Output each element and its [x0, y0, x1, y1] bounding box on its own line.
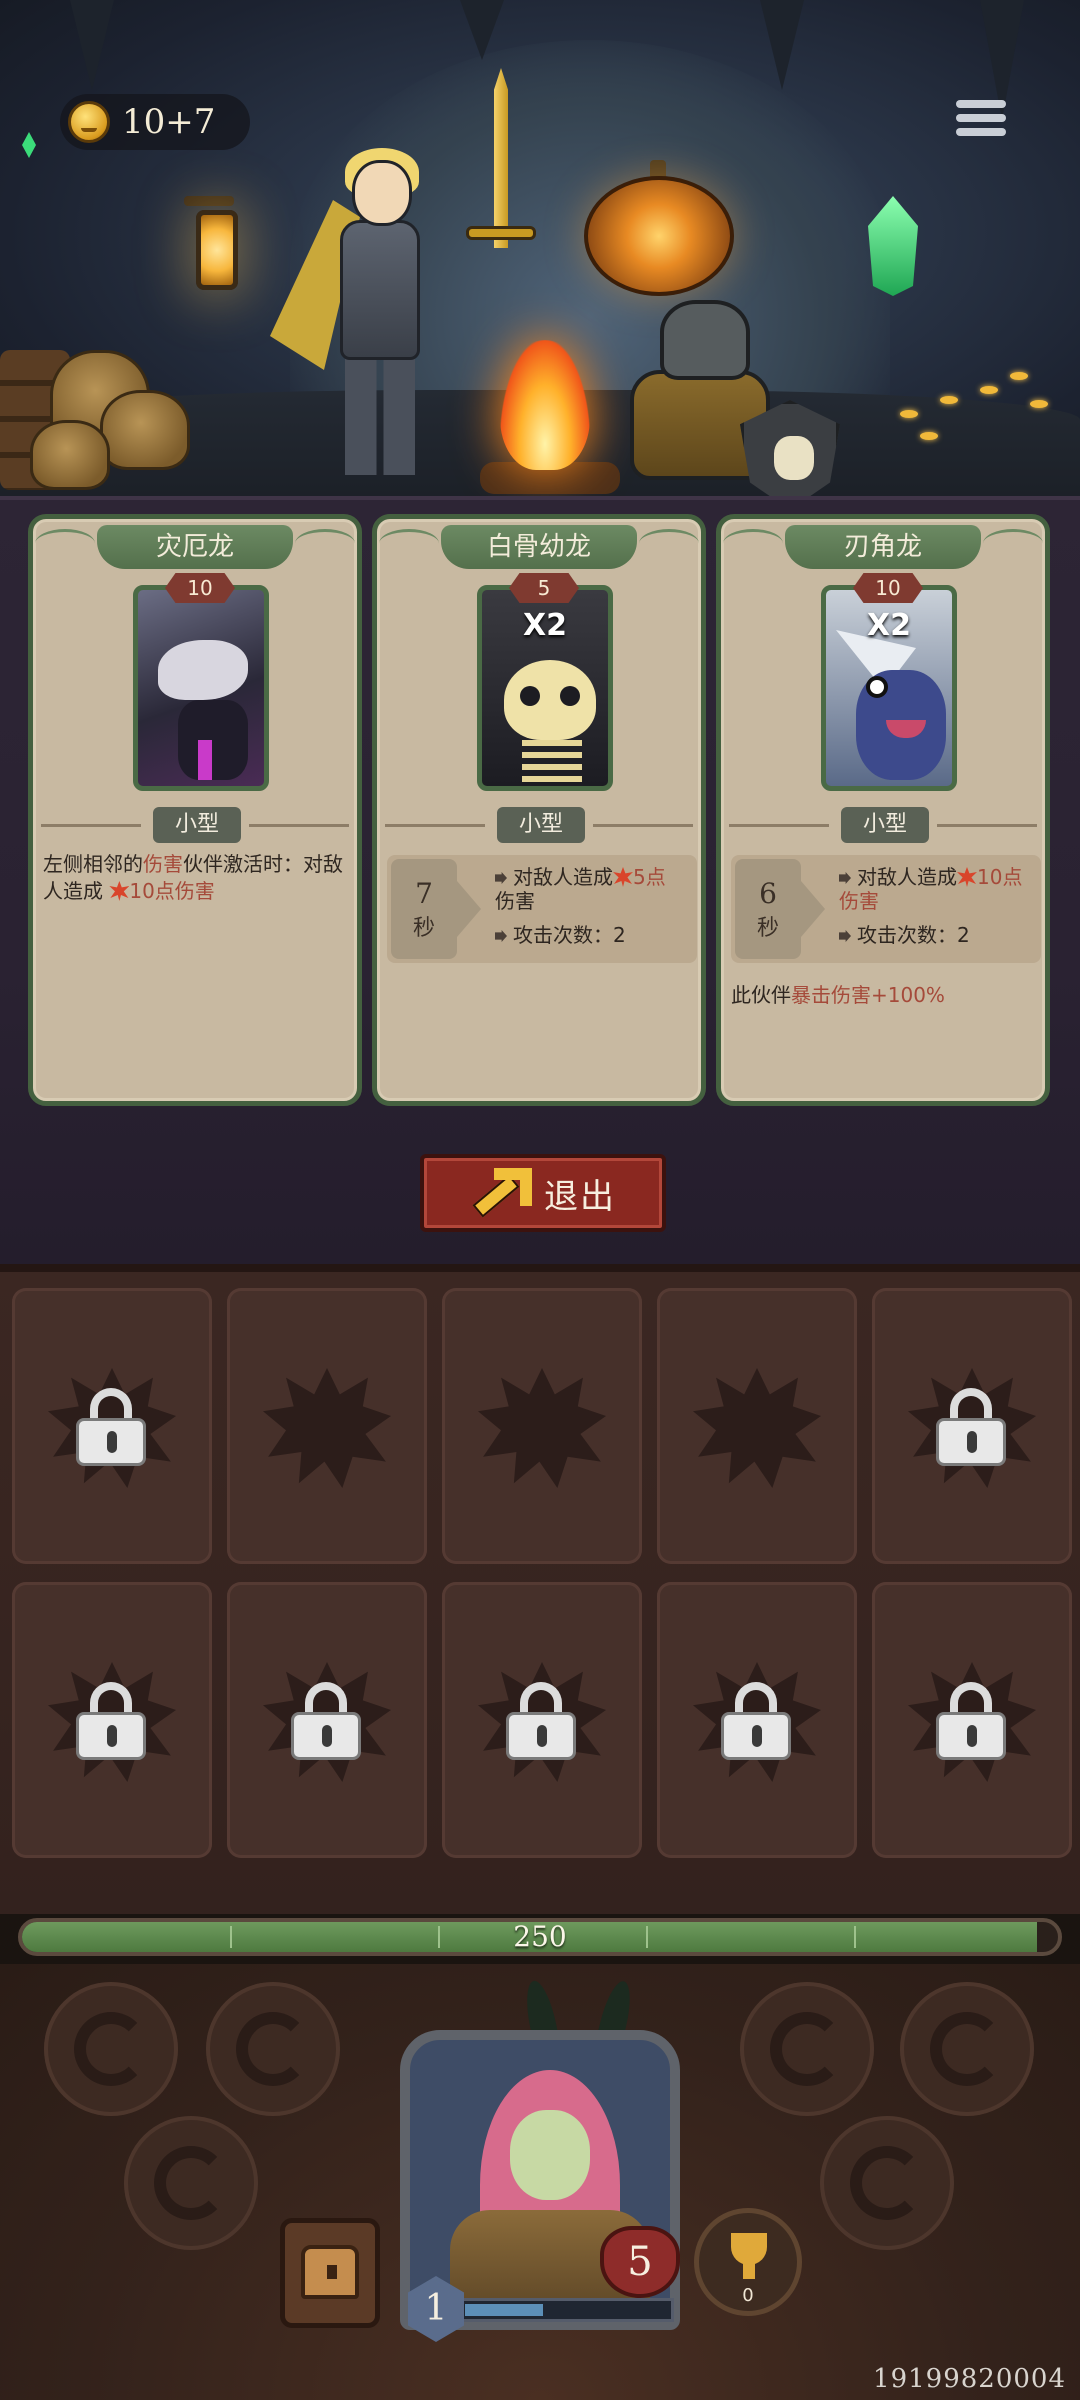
damage-stat: 对敌人造成 5点 伤害: [495, 865, 666, 913]
menu-icon[interactable]: [956, 100, 1006, 144]
floor-coin: [980, 386, 998, 394]
damage-burst-icon: [957, 867, 977, 887]
floor-coin: [900, 410, 918, 418]
multiplier-label: X2: [866, 608, 911, 643]
stalactite: [760, 0, 804, 90]
stalactite: [460, 0, 504, 60]
attack-count-stat: 攻击次数：2: [495, 923, 695, 947]
companion-card-disaster-dragon[interactable]: 灾厄龙 10 小型 左侧相邻的伤害伙伴激活时：对敌人造成 10点伤害: [28, 514, 362, 1106]
gold-amount: 10+7: [122, 102, 216, 142]
lock-icon: [721, 1682, 791, 1762]
lock-icon: [936, 1388, 1006, 1468]
dragon-portrait: [133, 585, 269, 791]
empty-slot[interactable]: [227, 1288, 427, 1564]
campfire-flame: [500, 340, 590, 470]
locked-slot[interactable]: [442, 1582, 642, 1858]
game-screen: 10+7 灾厄龙 10 小型 左侧相邻的伤害伙伴激活时：对敌人造成 10点伤害: [0, 0, 1080, 2400]
treasure-sack: [30, 420, 110, 490]
crown-coin-icon: [68, 101, 110, 143]
green-gem-icon: [22, 132, 36, 158]
bonus-description: 此伙伴暴击伤害+100%: [731, 983, 945, 1007]
lantern: [196, 210, 238, 290]
locked-slot[interactable]: [12, 1582, 212, 1858]
lock-icon: [291, 1682, 361, 1762]
damage-burst-icon: [109, 881, 130, 901]
gold-counter: 10+7: [60, 94, 250, 150]
size-divider: 小型: [385, 807, 693, 843]
trophy-count: 0: [742, 2285, 754, 2306]
trophy-icon: [731, 2233, 767, 2279]
lock-icon: [936, 1682, 1006, 1762]
floor-coin: [920, 432, 938, 440]
health-bar: 250: [18, 1918, 1062, 1956]
card-title: 白骨幼龙: [379, 525, 699, 569]
empty-slot[interactable]: [442, 1288, 642, 1564]
locked-slot[interactable]: [227, 1582, 427, 1858]
skeleton-dragon-portrait: X2: [477, 585, 613, 791]
build-id: 19199820004: [873, 2364, 1066, 2394]
health-heart: 5: [600, 2226, 680, 2298]
damage-stat: 对敌人造成 10点 伤害: [839, 865, 1023, 913]
xp-segment: [465, 2304, 493, 2316]
xp-segment: [515, 2304, 543, 2316]
card-description: 左侧相邻的伤害伙伴激活时：对敌人造成 10点伤害: [43, 852, 343, 903]
card-title: 刃角龙: [723, 525, 1043, 569]
experience-bar: [456, 2298, 674, 2322]
floor-coin: [1030, 400, 1048, 408]
health-value: 250: [513, 1920, 567, 1953]
knight-heroine: [270, 130, 460, 480]
cooldown-timer: 6 秒: [735, 859, 801, 959]
attack-info: 6 秒 对敌人造成 10点 伤害 攻击次数：2: [731, 855, 1041, 963]
attack-info: 7 秒 对敌人造成 5点 伤害 攻击次数：2: [387, 855, 697, 963]
jack-o-lantern: [584, 176, 734, 296]
size-tag: 小型: [497, 807, 585, 843]
xp-segment: [490, 2304, 518, 2316]
cost-badge: 5: [509, 573, 579, 603]
exit-button[interactable]: 退出: [420, 1154, 666, 1232]
stalactite: [70, 0, 114, 90]
equipment-slot[interactable]: [124, 2116, 258, 2250]
exit-arrow-icon: [470, 1168, 532, 1218]
reward-selection-panel: 灾厄龙 10 小型 左侧相邻的伤害伙伴激活时：对敌人造成 10点伤害 白骨幼龙 …: [0, 496, 1080, 1264]
cost-badge: 10: [165, 573, 235, 603]
lantern-arm: [184, 196, 234, 206]
attack-count-stat: 攻击次数：2: [839, 923, 1039, 947]
companion-card-blade-horn-dragon[interactable]: 刃角龙 10 X2 小型 6 秒 对敌人造成 10点 伤害 攻击次数：2 此伙伴…: [716, 514, 1050, 1106]
cooldown-timer: 7 秒: [391, 859, 457, 959]
size-tag: 小型: [841, 807, 929, 843]
floor-coin: [1010, 372, 1028, 380]
locked-slot[interactable]: [657, 1582, 857, 1858]
lock-icon: [76, 1682, 146, 1762]
companion-card-bone-dragonling[interactable]: 白骨幼龙 5 X2 小型 7 秒 对敌人造成 5点 伤害 攻击次数：2: [372, 514, 706, 1106]
equipment-slot[interactable]: [206, 1982, 340, 2116]
locked-slot[interactable]: [872, 1582, 1072, 1858]
equipment-slot[interactable]: [44, 1982, 178, 2116]
lock-icon: [506, 1682, 576, 1762]
inventory-chest-button[interactable]: [280, 2218, 380, 2328]
sword: [494, 68, 508, 248]
equipment-slot[interactable]: [820, 2116, 954, 2250]
exit-label: 退出: [544, 1176, 616, 1217]
damage-burst-icon: [613, 867, 633, 887]
treasure-sack: [100, 390, 190, 470]
lock-icon: [76, 1388, 146, 1468]
size-divider: 小型: [729, 807, 1037, 843]
floor-coin: [940, 396, 958, 404]
companion-inventory-grid: [0, 1264, 1080, 1914]
sword-guard: [466, 226, 536, 240]
trophy-button[interactable]: 0: [694, 2208, 802, 2316]
card-title: 灾厄龙: [35, 525, 355, 569]
equipment-slot[interactable]: [900, 1982, 1034, 2116]
empty-slot[interactable]: [657, 1288, 857, 1564]
horned-dragon-portrait: X2: [821, 585, 957, 791]
locked-slot[interactable]: [872, 1288, 1072, 1564]
chest-icon: [301, 2245, 359, 2299]
cost-badge: 10: [853, 573, 923, 603]
equipment-slot[interactable]: [740, 1982, 874, 2116]
campfire-scene: 10+7: [0, 0, 1080, 520]
size-tag: 小型: [153, 807, 241, 843]
multiplier-label: X2: [522, 608, 567, 643]
locked-slot[interactable]: [12, 1288, 212, 1564]
size-divider: 小型: [41, 807, 349, 843]
